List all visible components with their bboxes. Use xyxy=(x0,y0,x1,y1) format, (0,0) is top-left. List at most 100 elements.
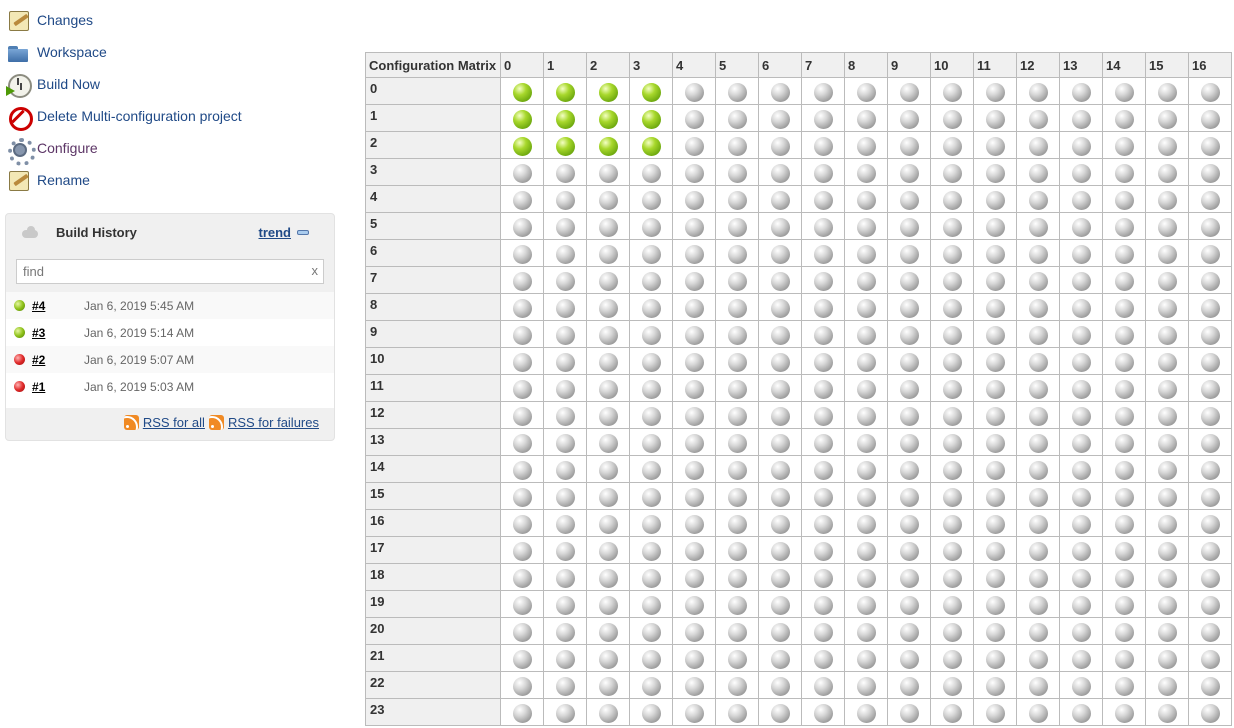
task-rename[interactable]: Rename xyxy=(6,164,336,196)
not-built-ball-icon[interactable] xyxy=(512,352,532,372)
not-built-ball-icon[interactable] xyxy=(641,649,661,669)
not-built-ball-icon[interactable] xyxy=(641,190,661,210)
not-built-ball-icon[interactable] xyxy=(1114,379,1134,399)
rss-all-link[interactable]: RSS for all xyxy=(143,415,205,430)
not-built-ball-icon[interactable] xyxy=(512,541,532,561)
not-built-ball-icon[interactable] xyxy=(856,136,876,156)
success-ball-icon[interactable] xyxy=(512,82,532,102)
not-built-ball-icon[interactable] xyxy=(512,271,532,291)
not-built-ball-icon[interactable] xyxy=(1028,568,1048,588)
not-built-ball-icon[interactable] xyxy=(856,568,876,588)
not-built-ball-icon[interactable] xyxy=(770,271,790,291)
not-built-ball-icon[interactable] xyxy=(1200,217,1220,237)
not-built-ball-icon[interactable] xyxy=(512,244,532,264)
not-built-ball-icon[interactable] xyxy=(684,271,704,291)
not-built-ball-icon[interactable] xyxy=(1157,271,1177,291)
success-ball-icon[interactable] xyxy=(641,109,661,129)
not-built-ball-icon[interactable] xyxy=(1157,487,1177,507)
not-built-ball-icon[interactable] xyxy=(641,244,661,264)
not-built-ball-icon[interactable] xyxy=(1028,325,1048,345)
not-built-ball-icon[interactable] xyxy=(899,703,919,723)
not-built-ball-icon[interactable] xyxy=(985,460,1005,480)
not-built-ball-icon[interactable] xyxy=(555,703,575,723)
success-ball-icon[interactable] xyxy=(641,136,661,156)
not-built-ball-icon[interactable] xyxy=(985,82,1005,102)
not-built-ball-icon[interactable] xyxy=(813,541,833,561)
not-built-ball-icon[interactable] xyxy=(641,514,661,534)
not-built-ball-icon[interactable] xyxy=(1200,325,1220,345)
not-built-ball-icon[interactable] xyxy=(1114,109,1134,129)
not-built-ball-icon[interactable] xyxy=(856,271,876,291)
task-link[interactable]: Delete Multi-configuration project xyxy=(37,108,242,124)
not-built-ball-icon[interactable] xyxy=(641,541,661,561)
not-built-ball-icon[interactable] xyxy=(1071,541,1091,561)
not-built-ball-icon[interactable] xyxy=(770,325,790,345)
not-built-ball-icon[interactable] xyxy=(598,676,618,696)
not-built-ball-icon[interactable] xyxy=(942,244,962,264)
not-built-ball-icon[interactable] xyxy=(770,109,790,129)
not-built-ball-icon[interactable] xyxy=(727,622,747,642)
not-built-ball-icon[interactable] xyxy=(813,190,833,210)
not-built-ball-icon[interactable] xyxy=(813,703,833,723)
not-built-ball-icon[interactable] xyxy=(1157,514,1177,534)
not-built-ball-icon[interactable] xyxy=(985,703,1005,723)
not-built-ball-icon[interactable] xyxy=(942,460,962,480)
not-built-ball-icon[interactable] xyxy=(1028,514,1048,534)
not-built-ball-icon[interactable] xyxy=(899,136,919,156)
not-built-ball-icon[interactable] xyxy=(1114,676,1134,696)
not-built-ball-icon[interactable] xyxy=(1071,379,1091,399)
not-built-ball-icon[interactable] xyxy=(1028,244,1048,264)
not-built-ball-icon[interactable] xyxy=(985,649,1005,669)
not-built-ball-icon[interactable] xyxy=(1114,163,1134,183)
not-built-ball-icon[interactable] xyxy=(770,82,790,102)
not-built-ball-icon[interactable] xyxy=(598,541,618,561)
not-built-ball-icon[interactable] xyxy=(1157,433,1177,453)
not-built-ball-icon[interactable] xyxy=(1200,595,1220,615)
not-built-ball-icon[interactable] xyxy=(1157,595,1177,615)
not-built-ball-icon[interactable] xyxy=(641,676,661,696)
not-built-ball-icon[interactable] xyxy=(856,244,876,264)
not-built-ball-icon[interactable] xyxy=(1200,406,1220,426)
not-built-ball-icon[interactable] xyxy=(942,703,962,723)
not-built-ball-icon[interactable] xyxy=(1028,541,1048,561)
not-built-ball-icon[interactable] xyxy=(856,325,876,345)
not-built-ball-icon[interactable] xyxy=(555,325,575,345)
not-built-ball-icon[interactable] xyxy=(684,109,704,129)
not-built-ball-icon[interactable] xyxy=(770,568,790,588)
not-built-ball-icon[interactable] xyxy=(985,271,1005,291)
not-built-ball-icon[interactable] xyxy=(1200,298,1220,318)
not-built-ball-icon[interactable] xyxy=(684,379,704,399)
not-built-ball-icon[interactable] xyxy=(641,460,661,480)
not-built-ball-icon[interactable] xyxy=(942,541,962,561)
not-built-ball-icon[interactable] xyxy=(1200,82,1220,102)
not-built-ball-icon[interactable] xyxy=(1071,109,1091,129)
success-ball-icon[interactable] xyxy=(512,136,532,156)
not-built-ball-icon[interactable] xyxy=(1071,244,1091,264)
not-built-ball-icon[interactable] xyxy=(856,460,876,480)
not-built-ball-icon[interactable] xyxy=(942,379,962,399)
not-built-ball-icon[interactable] xyxy=(512,676,532,696)
not-built-ball-icon[interactable] xyxy=(1200,676,1220,696)
not-built-ball-icon[interactable] xyxy=(942,406,962,426)
not-built-ball-icon[interactable] xyxy=(727,379,747,399)
not-built-ball-icon[interactable] xyxy=(770,703,790,723)
not-built-ball-icon[interactable] xyxy=(512,487,532,507)
not-built-ball-icon[interactable] xyxy=(1200,514,1220,534)
not-built-ball-icon[interactable] xyxy=(813,217,833,237)
not-built-ball-icon[interactable] xyxy=(770,298,790,318)
not-built-ball-icon[interactable] xyxy=(512,595,532,615)
not-built-ball-icon[interactable] xyxy=(684,514,704,534)
not-built-ball-icon[interactable] xyxy=(856,217,876,237)
success-ball-icon[interactable] xyxy=(598,136,618,156)
not-built-ball-icon[interactable] xyxy=(684,541,704,561)
not-built-ball-icon[interactable] xyxy=(899,298,919,318)
not-built-ball-icon[interactable] xyxy=(641,568,661,588)
not-built-ball-icon[interactable] xyxy=(684,460,704,480)
not-built-ball-icon[interactable] xyxy=(942,514,962,534)
not-built-ball-icon[interactable] xyxy=(985,568,1005,588)
not-built-ball-icon[interactable] xyxy=(985,433,1005,453)
not-built-ball-icon[interactable] xyxy=(727,271,747,291)
not-built-ball-icon[interactable] xyxy=(856,541,876,561)
not-built-ball-icon[interactable] xyxy=(512,514,532,534)
not-built-ball-icon[interactable] xyxy=(1157,541,1177,561)
